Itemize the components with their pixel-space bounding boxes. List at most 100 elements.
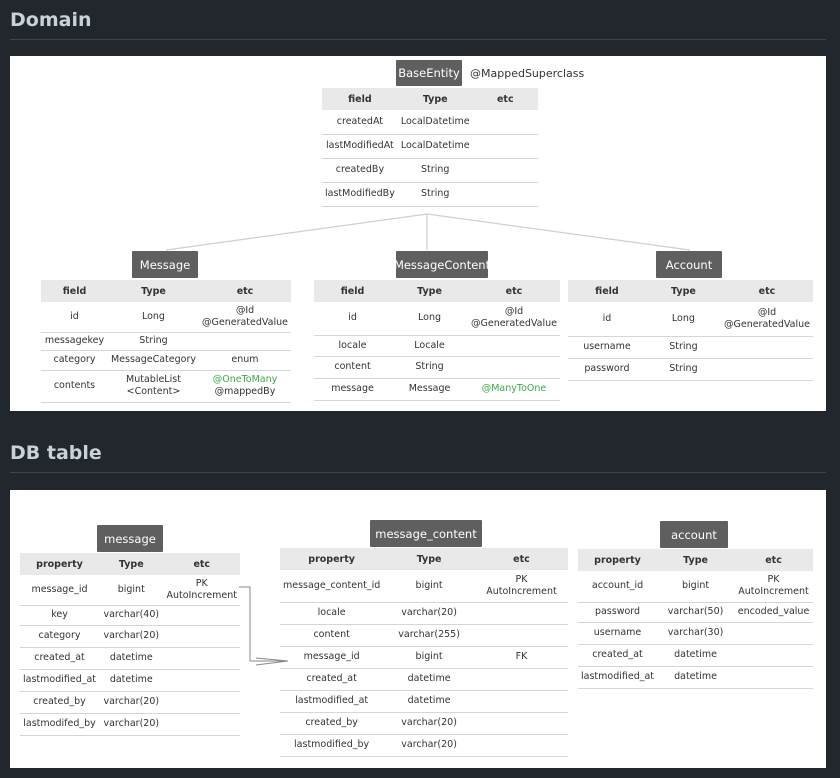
table-cell bbox=[163, 691, 240, 714]
table-cell bbox=[474, 668, 568, 691]
table-cell: FK bbox=[474, 646, 568, 669]
table-cell bbox=[474, 602, 568, 625]
table-row: message Message @ManyToOne bbox=[314, 378, 560, 401]
table-cell: Long bbox=[391, 302, 468, 336]
table-cell: varchar(20) bbox=[383, 712, 475, 735]
table-cell: message bbox=[314, 378, 392, 401]
mapped-superclass-annotation: @MappedSuperclass bbox=[470, 67, 585, 80]
column-header: etc bbox=[472, 88, 538, 110]
table-cell: LocalDatetime bbox=[397, 110, 473, 135]
table-cell: bigint bbox=[383, 570, 475, 603]
table-cell bbox=[472, 110, 538, 135]
section-divider bbox=[10, 472, 826, 473]
table-row: messagekey String bbox=[41, 332, 291, 351]
db-table-message-content: property Type etc message_content_id bigint P… bbox=[280, 548, 568, 757]
table-cell: String bbox=[391, 356, 468, 379]
table-row: lastmodifed_by varchar(20) bbox=[20, 713, 240, 736]
column-header: Type bbox=[397, 88, 473, 110]
table-cell: PK AutoIncrement bbox=[163, 575, 240, 606]
table-cell bbox=[472, 182, 538, 207]
table-cell: lastmodifed_by bbox=[20, 713, 100, 736]
table-row: createdBy String bbox=[322, 158, 538, 183]
table-cell: account_id bbox=[578, 571, 658, 603]
table-cell bbox=[734, 644, 813, 667]
table-cell: lastmodified_at bbox=[578, 666, 658, 689]
table-row: created_at datetime bbox=[578, 644, 813, 667]
table-title-message: message bbox=[97, 525, 163, 552]
table-row: lastmodified_at datetime bbox=[578, 666, 813, 689]
table-row: created_by varchar(20) bbox=[280, 712, 568, 735]
table-header-row: property Type etc bbox=[578, 549, 813, 571]
entity-table-messagecontent: field Type etc id Long @Id @GeneratedValue loca… bbox=[314, 280, 560, 401]
table-cell: lastmodified_at bbox=[280, 690, 384, 713]
entity-table-account: field Type etc id Long @Id @GeneratedValue user… bbox=[568, 280, 813, 381]
column-header: etc bbox=[163, 553, 240, 575]
entity-title-account: Account bbox=[656, 251, 722, 278]
table-cell: datetime bbox=[99, 647, 164, 670]
table-cell: password bbox=[568, 358, 646, 381]
table-row: locale Locale bbox=[314, 335, 560, 357]
table-title-message-content: message_content bbox=[370, 520, 482, 547]
table-row: id Long @Id @GeneratedValue bbox=[568, 302, 813, 337]
table-cell: messagekey bbox=[41, 332, 108, 351]
db-diagram: message property Type etc message_id bigint P… bbox=[10, 490, 826, 768]
table-cell: id bbox=[41, 302, 108, 333]
table-row: content String bbox=[314, 356, 560, 379]
table-cell: Long bbox=[645, 302, 721, 337]
table-row: message_id bigint FK bbox=[280, 646, 568, 669]
table-cell: bigint bbox=[99, 575, 164, 606]
table-cell: username bbox=[578, 622, 658, 645]
table-row: lastModifiedAt LocalDatetime bbox=[322, 134, 538, 159]
column-header: Type bbox=[107, 280, 199, 302]
table-header-row: property Type etc bbox=[280, 548, 568, 570]
table-cell: message_content_id bbox=[280, 570, 384, 603]
table-cell: LocalDatetime bbox=[397, 134, 473, 159]
column-header: etc bbox=[474, 548, 568, 570]
table-row: id Long @Id @GeneratedValue bbox=[314, 302, 560, 336]
table-cell: created_by bbox=[20, 691, 100, 714]
table-title-account: account bbox=[660, 521, 728, 548]
table-cell: created_at bbox=[280, 668, 384, 691]
column-header: Type bbox=[645, 280, 721, 302]
table-cell: varchar(50) bbox=[657, 602, 735, 623]
table-cell: String bbox=[107, 332, 199, 351]
table-row: lastmodified_at datetime bbox=[20, 669, 240, 692]
table-cell: varchar(20) bbox=[383, 602, 475, 625]
table-cell: @OneToMany @mappedBy bbox=[199, 370, 291, 403]
table-cell: encoded_value bbox=[734, 602, 813, 623]
table-cell bbox=[734, 666, 813, 689]
column-header: etc bbox=[199, 280, 291, 302]
table-header-row: field Type etc bbox=[568, 280, 813, 302]
table-cell: String bbox=[645, 358, 721, 381]
table-row: lastmodified_at datetime bbox=[280, 690, 568, 713]
column-header: Type bbox=[99, 553, 164, 575]
table-cell: createdBy bbox=[322, 158, 398, 183]
table-row: content varchar(255) bbox=[280, 624, 568, 647]
table-cell bbox=[720, 336, 813, 359]
table-cell: bigint bbox=[657, 571, 735, 603]
table-cell bbox=[474, 734, 568, 757]
table-header-row: field Type etc bbox=[41, 280, 291, 302]
column-header: Type bbox=[383, 548, 475, 570]
table-row: locale varchar(20) bbox=[280, 602, 568, 625]
table-cell bbox=[474, 690, 568, 713]
table-cell: created_by bbox=[280, 712, 384, 735]
table-row: category varchar(20) bbox=[20, 625, 240, 648]
table-cell: varchar(20) bbox=[99, 713, 164, 736]
table-cell: String bbox=[397, 182, 473, 207]
table-cell: @Id @GeneratedValue bbox=[720, 302, 813, 337]
table-cell: Long bbox=[107, 302, 199, 333]
table-cell: String bbox=[397, 158, 473, 183]
domain-diagram: BaseEntity @MappedSuperclass field Type et… bbox=[10, 56, 826, 411]
column-header: Type bbox=[657, 549, 735, 571]
table-row: createdAt LocalDatetime bbox=[322, 110, 538, 135]
table-cell: message_id bbox=[280, 646, 384, 669]
table-cell: created_at bbox=[578, 644, 658, 667]
column-header: property bbox=[20, 553, 100, 575]
table-cell bbox=[472, 158, 538, 183]
table-row: created_by varchar(20) bbox=[20, 691, 240, 714]
table-cell: varchar(20) bbox=[383, 734, 475, 757]
table-row: username varchar(30) bbox=[578, 622, 813, 645]
table-row: created_at datetime bbox=[280, 668, 568, 691]
table-cell: content bbox=[280, 624, 384, 647]
